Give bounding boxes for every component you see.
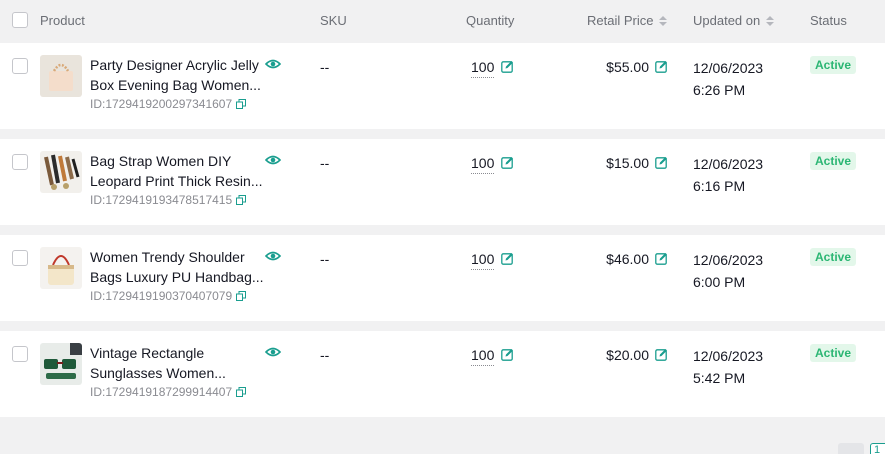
product-thumbnail[interactable] — [40, 55, 82, 97]
row-checkbox[interactable] — [12, 58, 28, 74]
eye-icon[interactable] — [265, 345, 281, 359]
quantity-value[interactable]: 100 — [471, 59, 495, 78]
copy-icon[interactable] — [236, 99, 247, 109]
retail-price-value: $15.00 — [606, 155, 649, 171]
column-header-sku: SKU — [320, 13, 347, 28]
updated-date: 12/06/2023 — [693, 156, 764, 172]
retail-price-value: $55.00 — [606, 59, 649, 75]
updated-date: 12/06/2023 — [693, 348, 764, 364]
edit-icon[interactable] — [655, 60, 668, 73]
table-row: Women Trendy Shoulder Bags Luxury PU Han… — [0, 235, 885, 321]
product-thumbnail[interactable] — [40, 247, 82, 289]
column-header-updated-on[interactable]: Updated on — [693, 13, 775, 28]
updated-on: 12/06/2023 6:26 PM — [693, 57, 763, 101]
updated-date: 12/06/2023 — [693, 252, 764, 268]
column-label: Quantity — [466, 13, 515, 28]
status-badge: Active — [810, 344, 857, 362]
retail-price-value: $20.00 — [606, 347, 649, 363]
product-id: ID:1729419190370407079 — [90, 289, 247, 303]
select-all-checkbox[interactable] — [12, 12, 28, 28]
product-name-line: Women Trendy Shoulder — [90, 249, 245, 265]
edit-icon[interactable] — [655, 156, 668, 169]
updated-on: 12/06/2023 6:00 PM — [693, 249, 763, 293]
product-name-line: Bags Luxury PU Handbag... — [90, 269, 264, 285]
edit-icon[interactable] — [501, 348, 514, 361]
product-id: ID:1729419193478517415 — [90, 193, 247, 207]
product-id-text: ID:1729419200297341607 — [90, 97, 233, 111]
pagination-page-button[interactable]: 1 — [870, 443, 885, 454]
eye-icon[interactable] — [265, 153, 281, 167]
quantity-value[interactable]: 100 — [471, 347, 495, 366]
product-name-line: Leopard Print Thick Resin... — [90, 173, 263, 189]
column-header-quantity: Quantity — [466, 13, 514, 28]
product-id-text: ID:1729419190370407079 — [90, 289, 233, 303]
column-label: Retail Price — [587, 13, 654, 28]
product-name-line: Bag Strap Women DIY — [90, 153, 232, 169]
column-header-product: Product — [40, 13, 85, 28]
product-name[interactable]: Women Trendy Shoulder Bags Luxury PU Han… — [90, 247, 268, 287]
updated-time: 6:00 PM — [693, 274, 746, 290]
product-name-line: Party Designer Acrylic Jelly — [90, 57, 259, 73]
sku-value: -- — [320, 59, 330, 75]
column-label: SKU — [320, 13, 347, 28]
table-row: Bag Strap Women DIY Leopard Print Thick … — [0, 139, 885, 225]
quantity-value[interactable]: 100 — [471, 251, 495, 270]
updated-on: 12/06/2023 5:42 PM — [693, 345, 763, 389]
product-name[interactable]: Party Designer Acrylic Jelly Box Evening… — [90, 55, 268, 95]
updated-time: 5:42 PM — [693, 370, 746, 386]
product-name-line: Vintage Rectangle — [90, 345, 205, 361]
updated-date: 12/06/2023 — [693, 60, 764, 76]
eye-icon[interactable] — [265, 249, 281, 263]
row-checkbox[interactable] — [12, 346, 28, 362]
sort-icon[interactable] — [659, 15, 668, 26]
copy-icon[interactable] — [236, 387, 247, 397]
product-name[interactable]: Vintage Rectangle Sunglasses Women... — [90, 343, 268, 383]
sku-value: -- — [320, 347, 330, 363]
edit-icon[interactable] — [501, 252, 514, 265]
product-name-line: Box Evening Bag Women... — [90, 77, 261, 93]
copy-icon[interactable] — [236, 195, 247, 205]
row-checkbox[interactable] — [12, 250, 28, 266]
table-row: Vintage Rectangle Sunglasses Women... ID… — [0, 331, 885, 417]
table-header: Product SKU Quantity Retail Price Update… — [0, 0, 885, 42]
product-id-text: ID:1729419187299914407 — [90, 385, 233, 399]
product-id: ID:1729419200297341607 — [90, 97, 247, 111]
edit-icon[interactable] — [655, 348, 668, 361]
updated-time: 6:26 PM — [693, 82, 746, 98]
updated-time: 6:16 PM — [693, 178, 746, 194]
copy-icon[interactable] — [236, 291, 247, 301]
sku-value: -- — [320, 155, 330, 171]
column-header-status: Status — [810, 13, 847, 28]
product-id: ID:1729419187299914407 — [90, 385, 247, 399]
status-badge: Active — [810, 152, 857, 170]
edit-icon[interactable] — [501, 156, 514, 169]
edit-icon[interactable] — [501, 60, 514, 73]
column-label: Product — [40, 13, 85, 28]
quantity-value[interactable]: 100 — [471, 155, 495, 174]
sort-icon[interactable] — [766, 15, 775, 26]
product-name-line: Sunglasses Women... — [90, 365, 226, 381]
product-id-text: ID:1729419193478517415 — [90, 193, 233, 207]
pagination-prev-button[interactable] — [838, 443, 864, 454]
product-name[interactable]: Bag Strap Women DIY Leopard Print Thick … — [90, 151, 268, 191]
retail-price-value: $46.00 — [606, 251, 649, 267]
product-thumbnail[interactable] — [40, 151, 82, 193]
table-row: Party Designer Acrylic Jelly Box Evening… — [0, 43, 885, 129]
status-badge: Active — [810, 56, 857, 74]
column-label: Updated on — [693, 13, 761, 28]
updated-on: 12/06/2023 6:16 PM — [693, 153, 763, 197]
status-badge: Active — [810, 248, 857, 266]
eye-icon[interactable] — [265, 57, 281, 71]
product-thumbnail[interactable] — [40, 343, 82, 385]
row-checkbox[interactable] — [12, 154, 28, 170]
column-label: Status — [810, 13, 847, 28]
column-header-retail-price[interactable]: Retail Price — [587, 13, 668, 28]
sku-value: -- — [320, 251, 330, 267]
edit-icon[interactable] — [655, 252, 668, 265]
